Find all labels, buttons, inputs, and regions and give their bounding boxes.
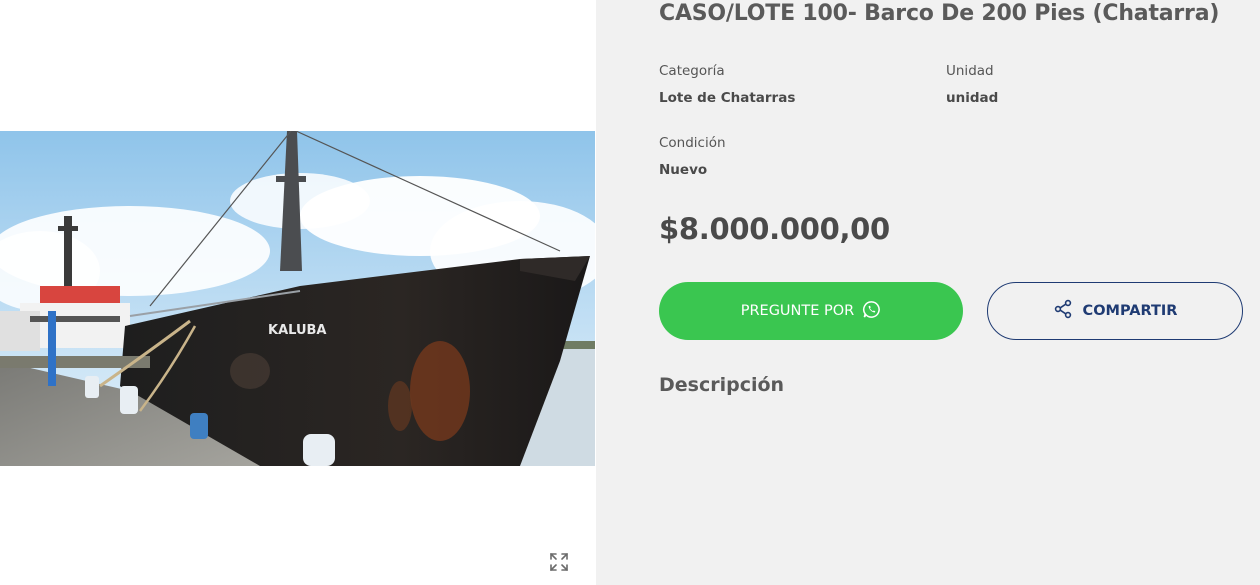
attribute-unit: Unidad unidad bbox=[946, 63, 998, 106]
product-info-panel: CASO/LOTE 100- Barco De 200 Pies (Chatar… bbox=[596, 0, 1260, 585]
share-button[interactable]: COMPARTIR bbox=[987, 282, 1243, 340]
ship-photo: KALUBA bbox=[0, 131, 595, 466]
share-icon bbox=[1053, 299, 1073, 323]
condition-label: Condición bbox=[659, 135, 726, 151]
expand-icon[interactable] bbox=[548, 551, 570, 573]
hull-name: KALUBA bbox=[268, 323, 326, 338]
ask-button-label: PREGUNTE POR bbox=[740, 303, 855, 319]
attribute-condition: Condición Nuevo bbox=[659, 135, 726, 178]
ask-whatsapp-button[interactable]: PREGUNTE POR bbox=[659, 282, 963, 340]
whatsapp-icon bbox=[862, 300, 881, 323]
description-heading: Descripción bbox=[659, 374, 785, 396]
product-title: CASO/LOTE 100- Barco De 200 Pies (Chatar… bbox=[659, 1, 1220, 26]
condition-value: Nuevo bbox=[659, 162, 708, 178]
unit-value: unidad bbox=[946, 90, 999, 106]
unit-label: Unidad bbox=[946, 63, 994, 79]
category-value: Lote de Chatarras bbox=[659, 90, 796, 106]
share-button-label: COMPARTIR bbox=[1082, 303, 1178, 319]
attribute-category: Categoría Lote de Chatarras bbox=[659, 63, 795, 106]
product-image[interactable]: KALUBA bbox=[0, 131, 595, 466]
category-label: Categoría bbox=[659, 63, 725, 79]
product-price: $8.000.000,00 bbox=[659, 212, 890, 246]
product-gallery: KALUBA bbox=[0, 0, 596, 585]
